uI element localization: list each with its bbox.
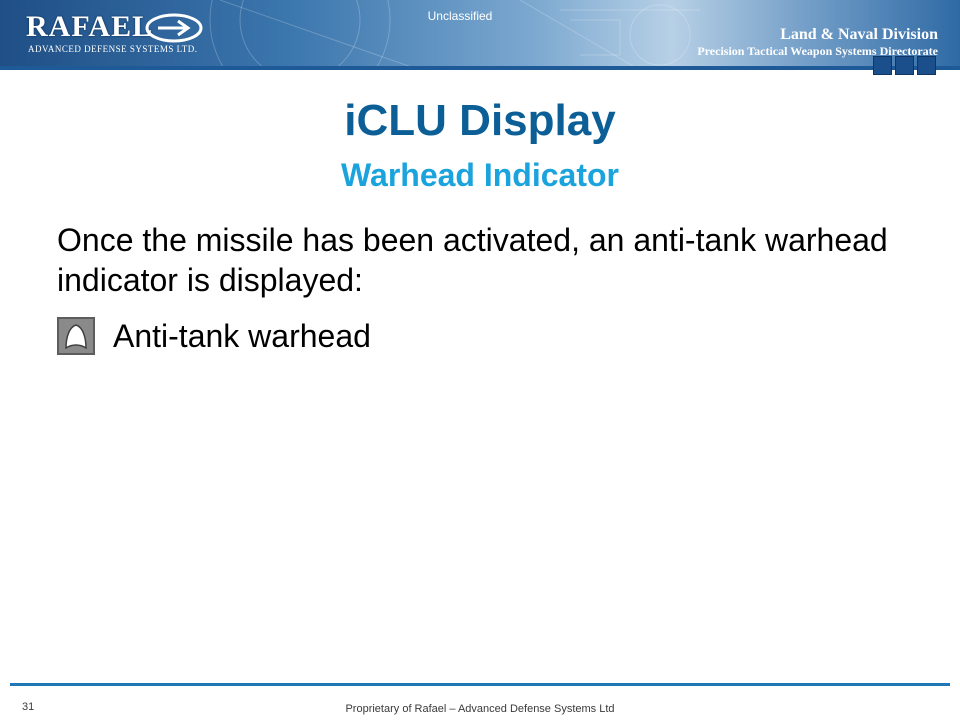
- anti-tank-warhead-icon: [57, 317, 95, 355]
- decorative-square: [917, 56, 936, 75]
- logo-wordmark: RAFAEL: [26, 10, 154, 43]
- body-text: Once the missile has been activated, an …: [57, 222, 888, 298]
- slide-subtitle: Warhead Indicator: [341, 157, 619, 193]
- slide-title: iCLU Display: [344, 96, 616, 145]
- footer-text: Proprietary of Rafael – Advanced Defense…: [345, 703, 615, 715]
- classification-label: Unclassified: [427, 9, 493, 23]
- decorative-squares: [873, 56, 936, 75]
- decorative-square: [873, 56, 892, 75]
- logo-arrow-icon: [145, 13, 203, 43]
- header-banner: RAFAEL ADVANCED DEFENSE SYSTEMS LTD. Unc…: [0, 0, 960, 70]
- division-block: Land & Naval Division Precision Tactical…: [697, 26, 938, 58]
- division-title: Land & Naval Division: [780, 26, 938, 43]
- decorative-square: [895, 56, 914, 75]
- bullet-label: Anti-tank warhead: [113, 317, 371, 354]
- banner-bottom-line: [0, 66, 960, 70]
- footer-line: [10, 683, 950, 686]
- bullet-item: Anti-tank warhead: [57, 316, 371, 356]
- logo-subtext: ADVANCED DEFENSE SYSTEMS LTD.: [28, 44, 198, 54]
